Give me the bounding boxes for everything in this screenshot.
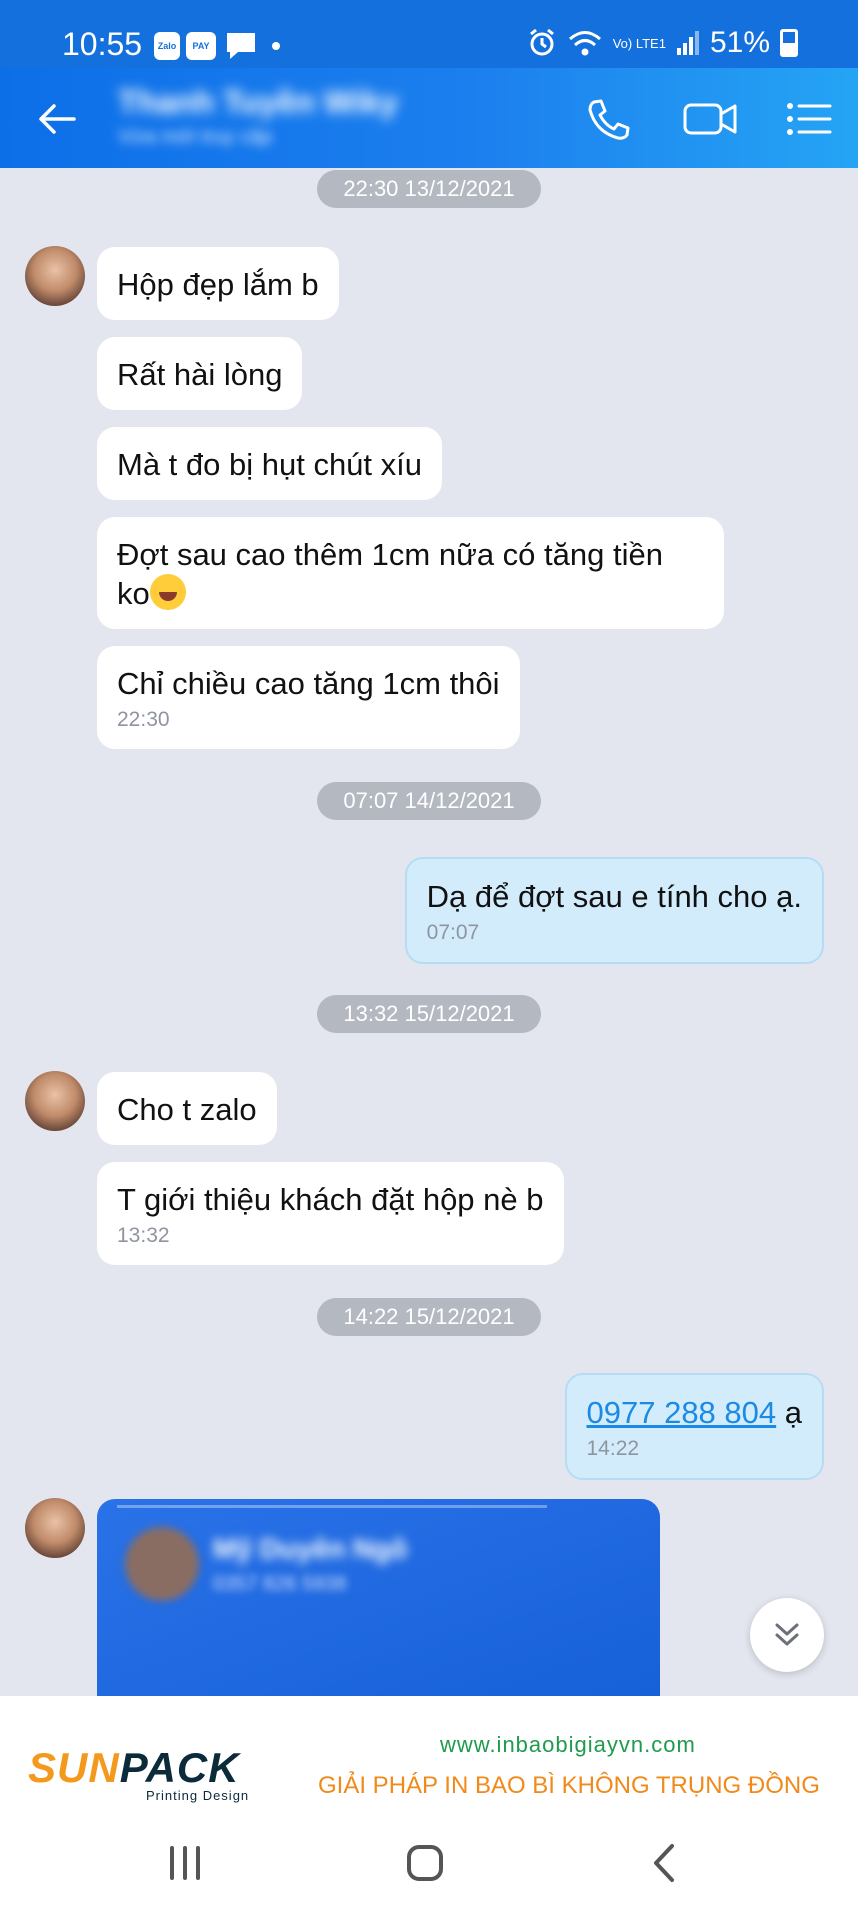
contact-status: Vừa mới truy cập: [118, 126, 273, 148]
status-time: 10:55: [62, 26, 143, 62]
status-right-cluster: Vo) LTE1 51%: [527, 26, 798, 60]
network-label: Vo) LTE1: [612, 35, 666, 51]
date-separator: 07:07 14/12/2021: [317, 782, 541, 820]
date-separator: 14:22 15/12/2021: [317, 1298, 541, 1336]
message-text: Rất hài lòng: [117, 357, 283, 392]
chat-messages[interactable]: 22:30 13/12/2021 Hộp đẹp lắm b Rất hài l…: [0, 168, 858, 1699]
double-chevron-down-icon: [775, 1623, 799, 1646]
message-text: Mà t đo bị hụt chút xíu: [117, 447, 423, 482]
card-contact-name: Mỹ Duyên Ngô: [213, 1533, 408, 1564]
message-incoming[interactable]: Cho t zalo: [97, 1072, 277, 1145]
zalo-notification-icon: Zalo: [154, 32, 180, 60]
menu-list-icon[interactable]: [784, 96, 834, 142]
message-incoming[interactable]: Rất hài lòng: [97, 337, 303, 410]
message-outgoing[interactable]: 0977 288 804 ạ 14:22: [564, 1373, 824, 1480]
date-separator: 13:32 15/12/2021: [317, 995, 541, 1033]
message-text: T giới thiệu khách đặt hộp nè b: [117, 1182, 544, 1217]
battery-icon: [780, 29, 798, 57]
message-time: 13:32: [117, 1224, 170, 1247]
system-nav-bar: [0, 1818, 858, 1908]
message-text: Hộp đẹp lắm b: [117, 267, 319, 302]
battery-percent: 51%: [709, 26, 770, 59]
message-time: 07:07: [426, 921, 480, 944]
message-incoming[interactable]: T giới thiệu khách đặt hộp nè b 13:32: [97, 1162, 564, 1265]
card-divider: [117, 1505, 547, 1508]
video-call-icon[interactable]: [682, 96, 738, 142]
notification-dot: [272, 42, 280, 50]
message-outgoing[interactable]: Dạ để đợt sau e tính cho ạ. 07:07: [404, 857, 824, 964]
message-time: 14:22: [586, 1437, 640, 1460]
contact-card-message[interactable]: Mỹ Duyên Ngô 0357 826 5938: [97, 1499, 660, 1699]
promo-banner: SUNPACK Printing Design www.inbaobigiayv…: [0, 1696, 858, 1818]
banner-url: www.inbaobigiayvn.com: [440, 1732, 696, 1757]
card-avatar: [125, 1527, 199, 1601]
message-time: 22:30: [117, 708, 170, 731]
status-bar: 10:55 Zalo PAY Vo) LTE1 51%: [0, 0, 858, 68]
back-arrow-icon[interactable]: [34, 96, 80, 142]
alarm-icon: [529, 28, 554, 56]
contact-avatar[interactable]: [25, 1071, 85, 1131]
chat-header: Thanh Tuyền Wiky Vừa mới truy cập: [0, 68, 858, 168]
sunpack-logo: SUNPACK Printing Design: [28, 1734, 268, 1804]
message-incoming[interactable]: Mà t đo bị hụt chút xíu: [97, 427, 443, 500]
phone-icon[interactable]: [584, 96, 634, 142]
phone-number-link[interactable]: 0977 288 804: [587, 1395, 777, 1430]
message-text: Cho t zalo: [117, 1092, 257, 1127]
scroll-to-bottom-button[interactable]: [750, 1598, 824, 1672]
recent-apps-icon[interactable]: [160, 1838, 210, 1888]
message-text: Đợt sau cao thêm 1cm nữa có tăng tiền: [117, 537, 663, 572]
message-incoming[interactable]: Đợt sau cao thêm 1cm nữa có tăng tiền ko: [97, 517, 724, 629]
message-incoming[interactable]: Hộp đẹp lắm b: [97, 247, 339, 320]
logo-wordmark: SUNPACK: [28, 1744, 240, 1791]
card-contact-phone: 0357 826 5938: [213, 1573, 347, 1595]
back-nav-icon[interactable]: [640, 1838, 690, 1888]
message-text: ạ: [776, 1395, 802, 1430]
contact-avatar[interactable]: [25, 246, 85, 306]
message-incoming[interactable]: Chỉ chiều cao tăng 1cm thôi 22:30: [97, 646, 520, 749]
zalopay-notification-icon: PAY: [186, 32, 216, 60]
signal-icon: [676, 31, 699, 55]
message-text: Chỉ chiều cao tăng 1cm thôi: [117, 666, 500, 701]
logo-subtitle: Printing Design: [146, 1788, 250, 1803]
home-icon[interactable]: [400, 1838, 450, 1888]
contact-avatar[interactable]: [25, 1498, 85, 1558]
contact-name[interactable]: Thanh Tuyền Wiky: [118, 84, 398, 121]
message-text: ko: [117, 576, 150, 611]
message-text: Dạ để đợt sau e tính cho ạ.: [426, 879, 802, 914]
wifi-icon: [568, 31, 601, 56]
banner-tagline: GIẢI PHÁP IN BAO BÌ KHÔNG TRỤNG ĐỒNG: [318, 1772, 820, 1799]
date-separator: 22:30 13/12/2021: [317, 170, 541, 208]
message-notification-icon: [227, 33, 255, 59]
laughing-emoji-icon: [149, 574, 186, 610]
